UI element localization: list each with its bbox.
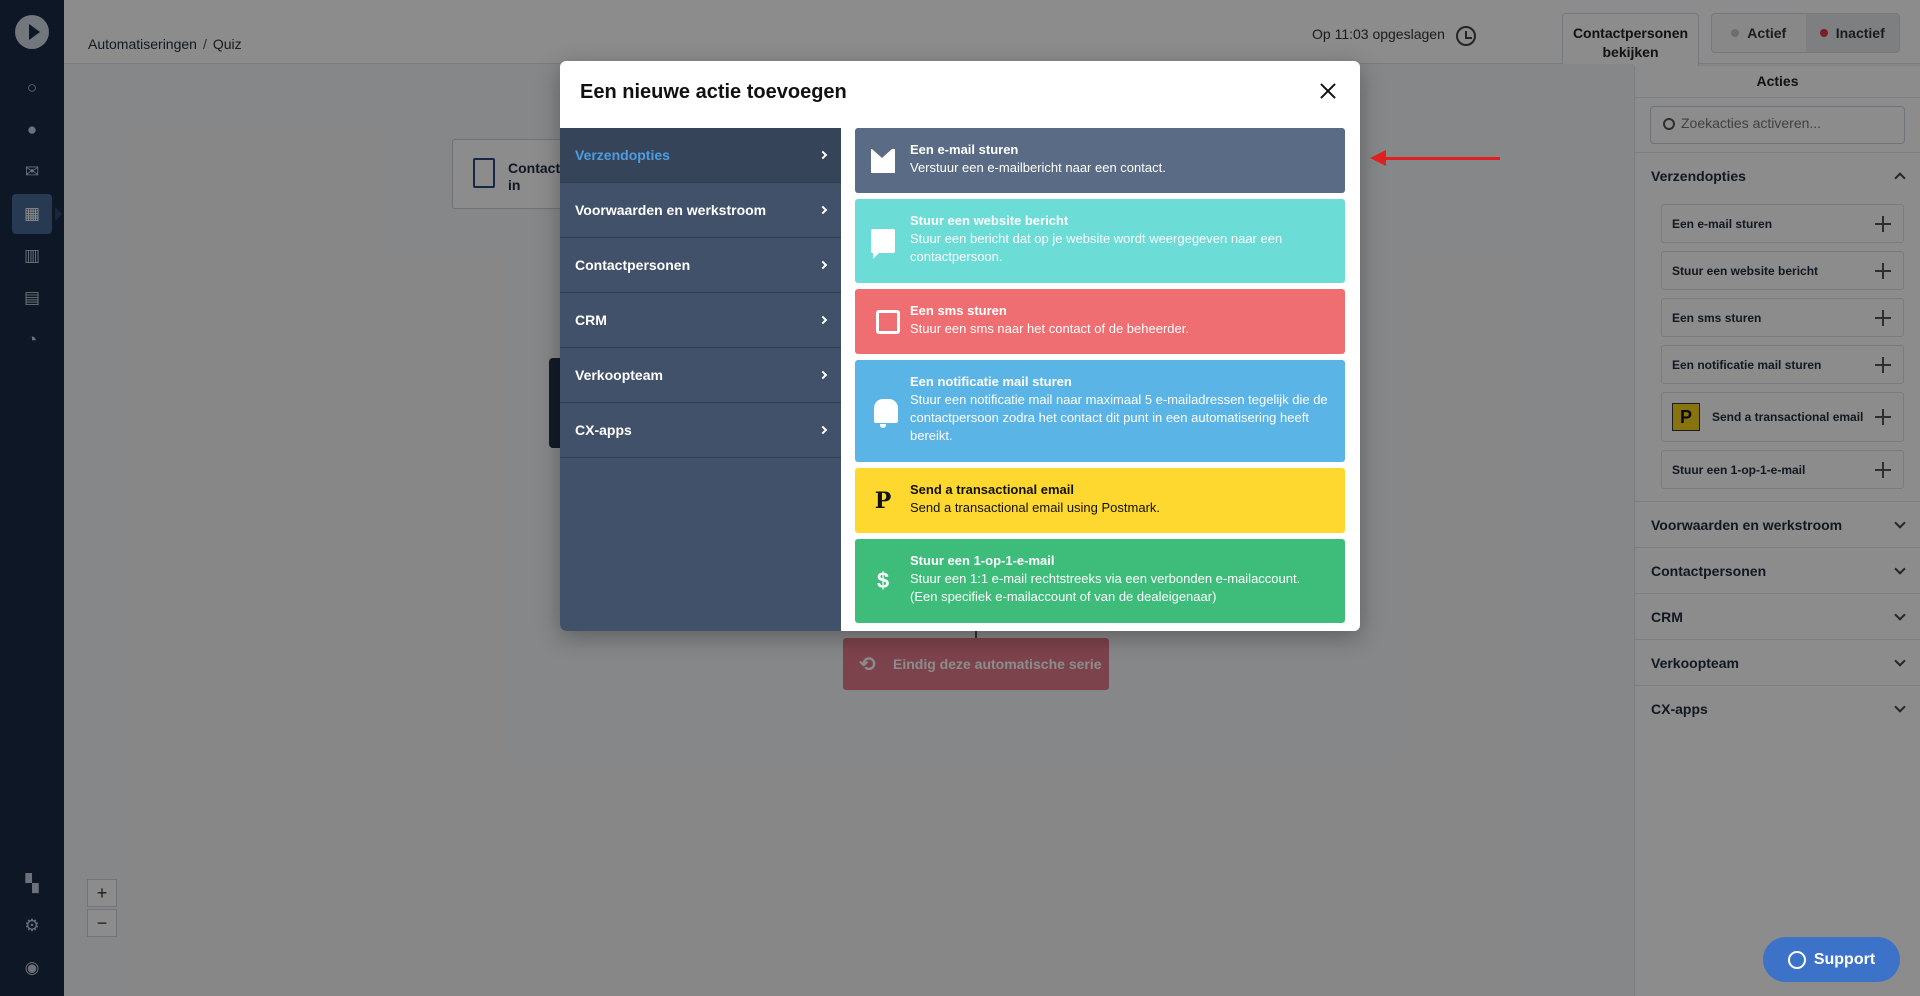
chevron-right-icon [818, 425, 828, 435]
category-crm[interactable]: CRM [560, 293, 841, 348]
action-card-title: Een e-mail sturen [910, 142, 1019, 157]
category-cx-apps[interactable]: CX-apps [560, 403, 841, 458]
chevron-right-icon [818, 315, 828, 325]
category-label: CRM [575, 312, 607, 328]
action-card-desc: Stuur een bericht dat op je website word… [910, 231, 1283, 264]
chevron-right-icon [818, 260, 828, 270]
add-action-modal: Een nieuwe actie toevoegen Verzendopties… [560, 61, 1360, 631]
action-card-title: Stuur een website bericht [910, 213, 1069, 228]
action-card-desc: Stuur een 1:1 e-mail rechtstreeks via ee… [910, 571, 1301, 604]
modal-category-nav: Verzendopties Voorwaarden en werkstroom … [560, 128, 841, 631]
chat-icon [871, 229, 895, 259]
postmark-icon: P [874, 487, 892, 514]
action-card-desc: Stuur een notificatie mail naar maximaal… [910, 392, 1328, 443]
support-label: Support [1813, 950, 1876, 968]
bell-icon [874, 399, 898, 428]
support-button[interactable]: Support [1763, 937, 1900, 982]
chevron-right-icon [818, 205, 828, 215]
chevron-right-icon [818, 150, 828, 160]
category-verkoopteam[interactable]: Verkoopteam [560, 348, 841, 403]
action-card-title: Een sms sturen [910, 303, 1007, 318]
category-label: CX-apps [575, 422, 632, 438]
phone-icon [876, 309, 900, 334]
action-card-title: Stuur een 1-op-1-e-mail [910, 553, 1055, 568]
category-voorwaarden[interactable]: Voorwaarden en werkstroom [560, 183, 841, 238]
action-card-notification[interactable]: Een notificatie mail sturen Stuur een no… [855, 360, 1345, 462]
modal-title: Een nieuwe actie toevoegen [580, 81, 847, 103]
close-icon[interactable] [1320, 83, 1336, 99]
chat-bubble-icon [1787, 950, 1806, 969]
action-card-transactional[interactable]: P Send a transactional email Send a tran… [855, 468, 1345, 533]
dollar-icon: $ [876, 568, 890, 593]
category-label: Verkoopteam [575, 367, 663, 383]
action-card-email[interactable]: Een e-mail sturen Verstuur een e-mailber… [855, 128, 1345, 193]
category-contactpersonen[interactable]: Contactpersonen [560, 238, 841, 293]
action-card-title: Send a transactional email [910, 482, 1075, 497]
action-card-title: Een notificatie mail sturen [910, 374, 1072, 389]
envelope-icon [871, 148, 895, 173]
annotation-arrow-icon [1370, 150, 1500, 166]
action-card-desc: Send a transactional email using Postmar… [910, 500, 1161, 515]
category-label: Voorwaarden en werkstroom [575, 202, 767, 218]
action-card-desc: Verstuur een e-mailbericht naar een cont… [910, 160, 1166, 175]
action-card-desc: Stuur een sms naar het contact of de beh… [910, 321, 1189, 336]
action-card-website-message[interactable]: Stuur een website bericht Stuur een beri… [855, 199, 1345, 283]
modal-header: Een nieuwe actie toevoegen [560, 61, 1360, 128]
action-card-sms[interactable]: Een sms sturen Stuur een sms naar het co… [855, 289, 1345, 354]
category-label: Verzendopties [575, 147, 670, 163]
chevron-right-icon [818, 370, 828, 380]
category-verzendopties[interactable]: Verzendopties [560, 128, 841, 183]
action-card-one-to-one[interactable]: $ Stuur een 1-op-1-e-mail Stuur een 1:1 … [855, 539, 1345, 623]
action-card-list: Een e-mail sturen Verstuur een e-mailber… [855, 128, 1345, 629]
category-label: Contactpersonen [575, 257, 691, 273]
